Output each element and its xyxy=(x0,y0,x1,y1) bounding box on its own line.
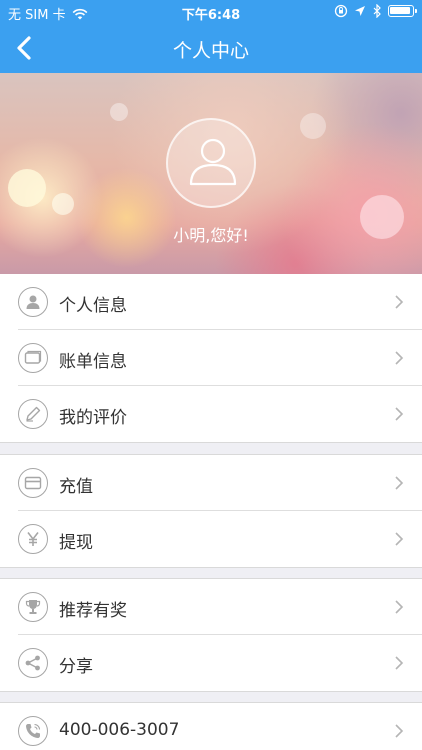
group-divider xyxy=(0,442,422,443)
menu-item-referral-reward[interactable]: 推荐有奖 xyxy=(0,579,422,635)
status-right xyxy=(334,4,417,18)
status-bar: 无 SIM 卡 下午6:48 xyxy=(0,0,422,24)
menu-item-bill-info[interactable]: 账单信息 xyxy=(0,330,422,386)
group-divider xyxy=(0,567,422,568)
menu-item-label: 账单信息 xyxy=(59,352,127,372)
person-icon xyxy=(18,287,48,317)
avatar[interactable] xyxy=(166,118,256,208)
menu-item-label: 个人信息 xyxy=(59,296,127,316)
chevron-right-icon xyxy=(395,656,404,670)
page-title: 个人中心 xyxy=(172,40,249,62)
menu-item-my-reviews[interactable]: 我的评价 xyxy=(0,386,422,442)
menu-item-label: 我的评价 xyxy=(59,408,127,428)
bokeh-light xyxy=(300,113,326,139)
phone-icon xyxy=(18,716,48,746)
bokeh-light xyxy=(110,103,128,121)
chevron-right-icon xyxy=(395,724,404,738)
chevron-right-icon xyxy=(395,476,404,490)
chevron-right-icon xyxy=(395,532,404,546)
profile-banner: 小明,您好! xyxy=(0,73,422,274)
bluetooth-icon xyxy=(373,4,381,18)
menu-item-personal-info[interactable]: 个人信息 xyxy=(0,274,422,330)
group-divider xyxy=(0,691,422,692)
menu-item-hotline[interactable]: 400-006-3007 xyxy=(0,703,422,750)
share-icon xyxy=(18,648,48,678)
user-avatar-icon xyxy=(189,138,237,186)
menu-group-wallet: 充值 提现 xyxy=(0,455,422,567)
greeting-text: 小明,您好! xyxy=(173,226,249,245)
menu-item-recharge[interactable]: 充值 xyxy=(0,455,422,511)
menu-item-withdraw[interactable]: 提现 xyxy=(0,511,422,567)
menu-item-label: 分享 xyxy=(59,657,93,677)
menu-item-label: 推荐有奖 xyxy=(59,601,127,621)
menu-item-share[interactable]: 分享 xyxy=(0,635,422,691)
nav-bar: 个人中心 xyxy=(0,24,422,73)
chevron-right-icon xyxy=(395,351,404,365)
trophy-icon xyxy=(18,592,48,622)
menu-group-share: 推荐有奖 分享 xyxy=(0,579,422,691)
card-icon xyxy=(18,468,48,498)
bill-icon xyxy=(18,343,48,373)
menu-group-contact: 400-006-3007 xyxy=(0,703,422,750)
chevron-right-icon xyxy=(395,600,404,614)
pen-icon xyxy=(18,399,48,429)
orientation-lock-icon xyxy=(334,4,348,18)
yen-icon xyxy=(18,524,48,554)
chevron-right-icon xyxy=(395,407,404,421)
bokeh-light xyxy=(52,193,74,215)
menu-item-label: 充值 xyxy=(59,477,93,497)
menu-item-label: 提现 xyxy=(59,533,93,553)
menu-group-account: 个人信息 账单信息 我的评价 xyxy=(0,274,422,442)
bokeh-light xyxy=(8,169,46,207)
location-arrow-icon xyxy=(355,6,365,16)
battery-icon xyxy=(388,5,417,17)
chevron-right-icon xyxy=(395,295,404,309)
top-bar: 无 SIM 卡 下午6:48 个人中心 xyxy=(0,0,422,73)
menu-item-label: 400-006-3007 xyxy=(59,720,180,740)
